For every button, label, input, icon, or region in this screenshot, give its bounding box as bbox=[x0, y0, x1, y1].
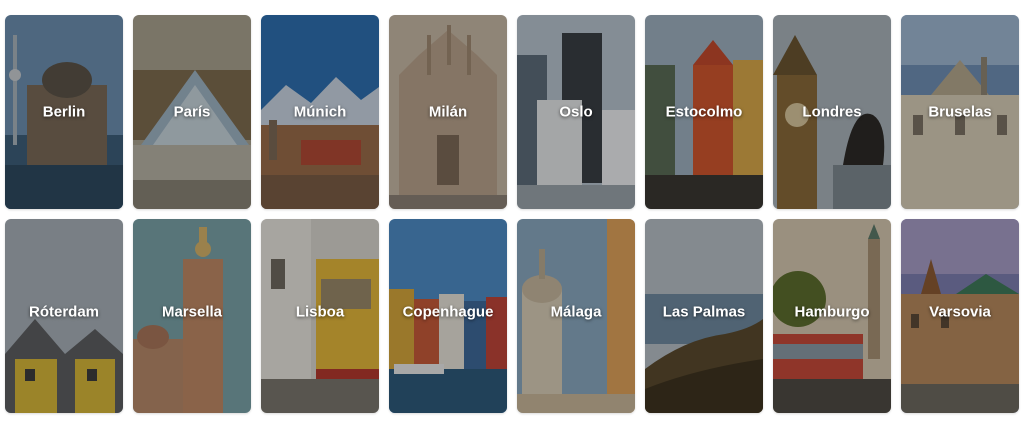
city-label-munich: Múnich bbox=[293, 103, 347, 121]
city-card-estocolmo[interactable]: Estocolmo bbox=[645, 15, 763, 209]
city-card-berlin[interactable]: Berlin bbox=[5, 15, 123, 209]
city-label-londres: Londres bbox=[802, 103, 862, 121]
city-card-varsovia[interactable]: Varsovia bbox=[901, 219, 1019, 413]
city-card-milan[interactable]: Milán bbox=[389, 15, 507, 209]
city-card-malaga[interactable]: Málaga bbox=[517, 219, 635, 413]
city-label-malaga: Málaga bbox=[550, 303, 602, 321]
city-card-oslo[interactable]: Oslo bbox=[517, 15, 635, 209]
city-card-paris[interactable]: París bbox=[133, 15, 251, 209]
city-grid: Berlin París Múnich Milán Oslo Estocolmo… bbox=[5, 15, 1019, 413]
city-card-lisboa[interactable]: Lisboa bbox=[261, 219, 379, 413]
city-card-roterdam[interactable]: Róterdam bbox=[5, 219, 123, 413]
city-card-marsella[interactable]: Marsella bbox=[133, 219, 251, 413]
city-card-londres[interactable]: Londres bbox=[773, 15, 891, 209]
city-label-roterdam: Róterdam bbox=[28, 303, 99, 321]
city-label-berlin: Berlin bbox=[42, 103, 86, 121]
city-card-munich[interactable]: Múnich bbox=[261, 15, 379, 209]
city-label-copenhague: Copenhague bbox=[402, 303, 494, 321]
city-label-las-palmas: Las Palmas bbox=[662, 303, 746, 321]
city-label-oslo: Oslo bbox=[559, 103, 593, 121]
city-card-bruselas[interactable]: Bruselas bbox=[901, 15, 1019, 209]
city-label-bruselas: Bruselas bbox=[928, 103, 992, 121]
city-label-milan: Milán bbox=[428, 103, 468, 121]
city-label-paris: París bbox=[173, 103, 211, 121]
city-label-marsella: Marsella bbox=[161, 303, 223, 321]
city-label-lisboa: Lisboa bbox=[295, 303, 345, 321]
city-card-copenhague[interactable]: Copenhague bbox=[389, 219, 507, 413]
city-label-varsovia: Varsovia bbox=[929, 303, 991, 321]
city-label-estocolmo: Estocolmo bbox=[665, 103, 743, 121]
city-card-hamburgo[interactable]: Hamburgo bbox=[773, 219, 891, 413]
city-label-hamburgo: Hamburgo bbox=[794, 303, 870, 321]
city-card-las-palmas[interactable]: Las Palmas bbox=[645, 219, 763, 413]
